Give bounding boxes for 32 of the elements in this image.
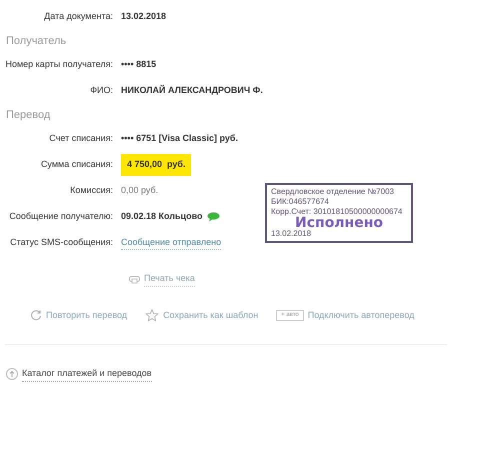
field-label: Номер карты получателя: — [4, 58, 114, 72]
field-label: Счет списания: — [48, 132, 114, 146]
field-value: НИКОЛАЙ АЛЕКСАНДРОВИЧ Ф. — [121, 84, 263, 98]
star-icon — [145, 308, 160, 322]
field-label: Сообщение получателю: — [8, 210, 114, 224]
stamp-text: Корр.Счет: 30101810500000000674 — [271, 207, 404, 216]
chat-bubble-icon — [206, 212, 220, 222]
action-link[interactable]: Сохранить как шаблон — [163, 308, 258, 322]
field-value: •••• 8815 — [121, 58, 156, 72]
action-link[interactable]: Повторить перевод — [46, 308, 128, 322]
field-label: Дата документа: — [43, 10, 114, 24]
printer-icon — [129, 274, 140, 284]
catalog-link[interactable]: Каталог платежей и переводов — [22, 367, 152, 382]
section-heading: Получатель — [6, 34, 66, 49]
print-receipt-link[interactable]: Печать чека — [144, 272, 195, 286]
field-label: Статус SMS-сообщения: — [9, 236, 114, 250]
stamp-status: Исполнено — [295, 217, 384, 229]
field-value: 0,00 руб. — [121, 184, 158, 198]
field-label: Сумма списания: — [40, 158, 114, 172]
stamp-text: БИК:046577674 — [271, 197, 330, 207]
status-link[interactable]: Сообщение отправлено — [121, 236, 222, 250]
field-value: •••• 6751 [Visa Classic] руб. — [121, 132, 238, 146]
action-link[interactable]: Подключить автоперевод — [308, 308, 414, 322]
stamp-date: 13.02.2018 — [271, 229, 312, 239]
field-value: 13.02.2018 — [121, 10, 166, 24]
amount-value: 4 750,00 руб. — [121, 154, 192, 176]
refresh-icon — [30, 309, 42, 322]
section-heading: Перевод — [6, 108, 50, 123]
field-label: Комиссия: — [69, 184, 114, 198]
stamp-text: Свердловское отделение №7003 — [271, 187, 395, 197]
field-value: 09.02.18 Кольцово — [121, 210, 202, 224]
field-label: ФИО: — [89, 84, 114, 98]
